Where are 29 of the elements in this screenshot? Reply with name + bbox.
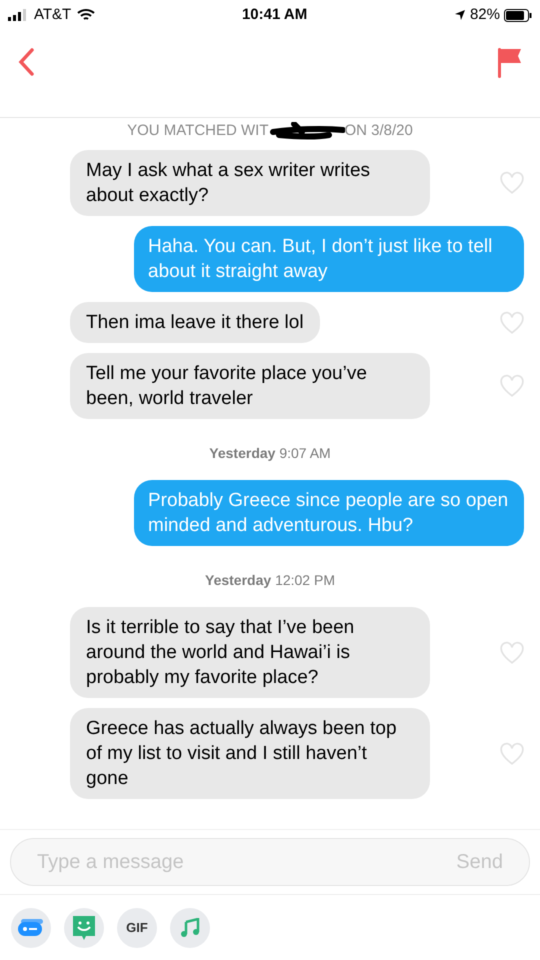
sent-message: Probably Greece since people are so open minded and adventurous. Hbu? [134, 480, 524, 546]
music-button[interactable] [170, 908, 210, 948]
sticker-button[interactable] [64, 908, 104, 948]
battery-icon [504, 8, 532, 22]
report-button[interactable] [498, 48, 522, 78]
flag-icon [498, 48, 522, 78]
battery-percent: 82% [470, 4, 500, 25]
location-icon [454, 9, 466, 21]
timestamp: Yesterday 12:02 PM [205, 571, 335, 590]
sticker-icon [72, 914, 96, 940]
wifi-icon [77, 8, 96, 22]
timestamp: Yesterday 9:07 AM [209, 444, 331, 463]
match-date: ON 3/8/20 [344, 120, 413, 141]
match-notice: YOU MATCHED WIT [127, 120, 268, 141]
signal-icon [8, 9, 28, 21]
card-icon [18, 918, 44, 936]
received-message: Greece has actually always been top of my list to visit and I still haven’t gone [70, 708, 430, 799]
back-icon [18, 48, 34, 76]
clock: 10:41 AM [242, 4, 308, 25]
sent-message: Haha. You can. But, I don’t just like to tell about it straight away [134, 226, 524, 292]
card-button[interactable] [11, 908, 51, 948]
received-message: Is it terrible to say that I’ve been around the world and Hawai’i is probably my favorite place? [70, 607, 430, 698]
back-button[interactable] [18, 48, 34, 76]
received-message: May I ask what a sex writer writes about exactly? [70, 150, 430, 216]
gif-button[interactable]: GIF [117, 908, 157, 948]
music-note-icon [180, 918, 200, 938]
received-message: Tell me your favorite place you’ve been, world traveler [70, 353, 430, 419]
received-message: Then ima leave it there lol [70, 302, 320, 343]
carrier-label: AT&T [34, 4, 72, 25]
